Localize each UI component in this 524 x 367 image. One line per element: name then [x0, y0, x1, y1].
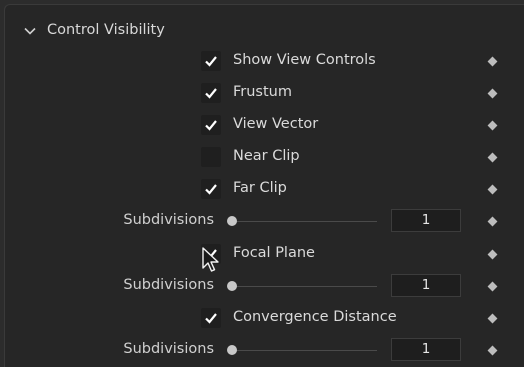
keyframe-diamond-icon[interactable]	[487, 345, 498, 356]
checkmark-icon	[205, 88, 217, 99]
subdivisions-slider-track[interactable]	[231, 286, 377, 287]
chevron-down-icon[interactable]	[23, 23, 37, 37]
far-clip-checkbox[interactable]	[201, 179, 221, 199]
subdivisions-label: Subdivisions	[123, 212, 214, 228]
row-convergence-subdivisions: Subdivisions 1	[5, 334, 524, 366]
view-vector-label: View Vector	[233, 116, 319, 132]
subdivisions-label: Subdivisions	[123, 277, 214, 293]
row-convergence-distance: Convergence Distance	[5, 302, 524, 334]
focal-plane-label: Focal Plane	[233, 245, 315, 261]
section-title: Control Visibility	[47, 22, 165, 38]
show-view-controls-label: Show View Controls	[233, 52, 376, 68]
row-frustum: Frustum	[5, 77, 524, 109]
row-far-clip-subdivisions: Subdivisions 1	[5, 205, 524, 237]
keyframe-diamond-icon[interactable]	[487, 56, 498, 67]
convergence-distance-label: Convergence Distance	[233, 309, 397, 325]
checkmark-icon	[205, 249, 217, 260]
row-focal-plane: Focal Plane	[5, 238, 524, 270]
near-clip-label: Near Clip	[233, 148, 300, 164]
row-view-vector: View Vector	[5, 109, 524, 141]
keyframe-diamond-icon[interactable]	[487, 313, 498, 324]
focal-plane-checkbox[interactable]	[201, 244, 221, 264]
subdivisions-slider-track[interactable]	[231, 221, 377, 222]
subdivisions-slider-knob[interactable]	[227, 216, 237, 226]
view-vector-checkbox[interactable]	[201, 115, 221, 135]
subdivisions-slider-knob[interactable]	[227, 281, 237, 291]
keyframe-diamond-icon[interactable]	[487, 249, 498, 260]
keyframe-diamond-icon[interactable]	[487, 88, 498, 99]
subdivisions-number-field[interactable]: 1	[391, 209, 461, 232]
keyframe-diamond-icon[interactable]	[487, 152, 498, 163]
keyframe-diamond-icon[interactable]	[487, 216, 498, 227]
inspector-panel: Control Visibility Show View Controls Fr…	[4, 4, 524, 367]
checkmark-icon	[205, 313, 217, 324]
subdivisions-number-field[interactable]: 1	[391, 274, 461, 297]
row-show-view-controls: Show View Controls	[5, 45, 524, 77]
keyframe-diamond-icon[interactable]	[487, 281, 498, 292]
row-near-clip: Near Clip	[5, 141, 524, 173]
subdivisions-slider-knob[interactable]	[227, 345, 237, 355]
checkmark-icon	[205, 184, 217, 195]
keyframe-diamond-icon[interactable]	[487, 120, 498, 131]
keyframe-diamond-icon[interactable]	[487, 184, 498, 195]
frustum-checkbox[interactable]	[201, 83, 221, 103]
show-view-controls-checkbox[interactable]	[201, 51, 221, 71]
subdivisions-number-field[interactable]: 1	[391, 338, 461, 361]
checkmark-icon	[205, 120, 217, 131]
row-far-clip: Far Clip	[5, 173, 524, 205]
row-focal-plane-subdivisions: Subdivisions 1	[5, 270, 524, 302]
subdivisions-label: Subdivisions	[123, 341, 214, 357]
subdivisions-slider-track[interactable]	[231, 350, 377, 351]
far-clip-label: Far Clip	[233, 180, 287, 196]
checkmark-icon	[205, 56, 217, 67]
near-clip-checkbox[interactable]	[201, 147, 221, 167]
convergence-distance-checkbox[interactable]	[201, 308, 221, 328]
frustum-label: Frustum	[233, 84, 292, 100]
